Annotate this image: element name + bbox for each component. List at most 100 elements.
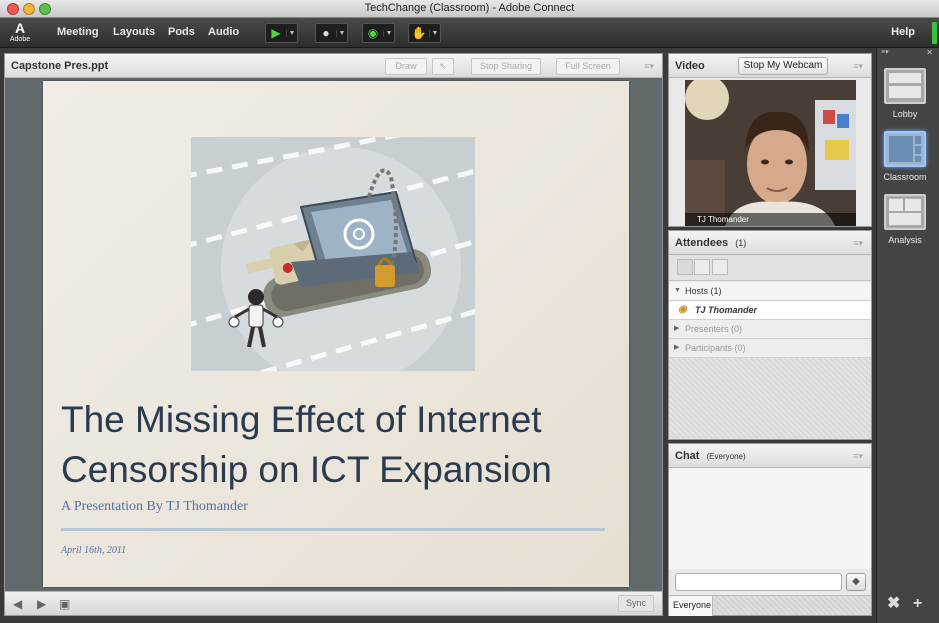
- chevron-down-icon[interactable]: ▼: [286, 29, 297, 37]
- pointer-button[interactable]: ⇖: [432, 58, 454, 75]
- menu-bar: A Adobe Meeting Layouts Pods Audio ▶ ▼ ●…: [0, 18, 939, 48]
- window-title: TechChange (Classroom) - Adobe Connect: [364, 2, 575, 14]
- hand-icon: ✋: [411, 26, 427, 40]
- connection-status-indicator: [932, 22, 937, 44]
- attendees-pod: Attendees (1) ≡▾ ▼ Hosts (1) ◉ TJ Thoman…: [668, 230, 872, 440]
- host-attendee-name: TJ Thomander: [695, 305, 758, 315]
- slide-title-line-2: Censorship on ICT Expansion: [61, 449, 552, 490]
- layouts-bar: ≡▾ ✕ Lobby Classroom Analysis ✖ +: [876, 48, 939, 623]
- webcam-icon: ◉: [367, 26, 379, 40]
- analysis-layout-icon: [889, 199, 921, 225]
- chat-pod: Chat (Everyone) ≡▾ ◆ Everyone: [668, 443, 872, 616]
- layout-lobby-thumbnail[interactable]: [884, 68, 926, 104]
- collapsed-triangle-icon: ▶: [674, 325, 680, 332]
- speaker-button[interactable]: ▶ ▼: [265, 23, 298, 43]
- window-title-bar: TechChange (Classroom) - Adobe Connect: [0, 0, 939, 18]
- list-view-icon[interactable]: [677, 259, 693, 275]
- help-menu[interactable]: Help: [891, 26, 915, 38]
- microphone-button[interactable]: ● ▼: [315, 23, 348, 43]
- sidebar-toggle-icon[interactable]: ▣: [59, 597, 70, 611]
- share-pod-footer: ◀ ▶ ▣ Sync: [5, 591, 662, 615]
- share-pod-header: Capstone Pres.ppt Draw ⇖ Stop Sharing Fu…: [5, 54, 662, 78]
- presentation-slide: The Missing Effect of Internet Censorshi…: [43, 81, 629, 587]
- speech-bubble-icon: ◆: [852, 576, 860, 587]
- draw-button[interactable]: Draw: [385, 58, 427, 75]
- pod-options-icon[interactable]: ≡▾: [853, 451, 863, 462]
- classroom-layout-icon: [889, 136, 921, 162]
- webcam-video-feed: [685, 80, 856, 226]
- menu-audio[interactable]: Audio: [208, 26, 239, 38]
- adobe-a-icon: A: [14, 20, 26, 36]
- microphone-icon: ●: [322, 26, 330, 40]
- attendees-count: (1): [735, 238, 747, 248]
- slide-divider: [61, 528, 605, 531]
- grid-view-icon[interactable]: [694, 259, 710, 275]
- attendees-pod-title: Attendees (1): [675, 237, 746, 249]
- participants-group[interactable]: ▶ Participants (0): [669, 339, 871, 358]
- chat-scope-label: (Everyone): [706, 452, 746, 461]
- layout-classroom-label[interactable]: Classroom: [877, 172, 933, 182]
- chat-title-label: Chat: [675, 450, 700, 462]
- chat-tab-everyone[interactable]: Everyone: [669, 596, 713, 616]
- sort-icon[interactable]: [712, 259, 728, 275]
- layout-analysis-thumbnail[interactable]: [884, 194, 926, 230]
- video-pod: Video Stop My Webcam ≡▾ TJ Thomander: [668, 53, 872, 227]
- participants-group-label: Participants (0): [685, 343, 746, 353]
- send-message-button[interactable]: ◆: [846, 573, 866, 591]
- menu-layouts[interactable]: Layouts: [113, 26, 155, 38]
- chevron-down-icon[interactable]: ▼: [383, 29, 394, 37]
- webcam-name-tag: TJ Thomander: [685, 213, 856, 226]
- chat-pod-header: Chat (Everyone) ≡▾: [669, 444, 871, 468]
- attendees-title-label: Attendees: [675, 237, 729, 249]
- collapsed-triangle-icon: ▶: [674, 344, 680, 351]
- share-pod: Capstone Pres.ppt Draw ⇖ Stop Sharing Fu…: [4, 53, 663, 616]
- attendees-empty-area: [669, 358, 871, 439]
- sync-button[interactable]: Sync: [618, 595, 654, 612]
- chat-tab-bar: Everyone: [669, 595, 871, 616]
- slide-date: April 16th, 2011: [61, 545, 127, 556]
- attendees-pod-header: Attendees (1) ≡▾: [669, 231, 871, 255]
- pod-options-icon[interactable]: ≡▾: [853, 61, 863, 72]
- expand-triangle-icon: ▼: [674, 287, 681, 294]
- hosts-group[interactable]: ▼ Hosts (1): [669, 282, 871, 301]
- full-screen-button[interactable]: Full Screen: [556, 58, 620, 75]
- chat-messages-area: [669, 468, 871, 569]
- raise-hand-button[interactable]: ✋ ▼: [408, 23, 441, 43]
- layout-classroom-thumbnail[interactable]: [884, 131, 926, 167]
- slide-cartoon-image: [191, 137, 475, 371]
- shared-content-area: The Missing Effect of Internet Censorshi…: [5, 78, 662, 591]
- previous-slide-icon[interactable]: ◀: [13, 597, 22, 611]
- presenters-group-label: Presenters (0): [685, 324, 743, 334]
- pod-options-icon[interactable]: ≡▾: [853, 238, 863, 249]
- host-attendee-row[interactable]: ◉ TJ Thomander: [669, 301, 871, 320]
- webcam-person-image: [685, 80, 856, 226]
- chevron-down-icon[interactable]: ▼: [336, 29, 347, 37]
- adobe-connect-window: TechChange (Classroom) - Adobe Connect A…: [0, 0, 939, 623]
- chevron-down-icon[interactable]: ▼: [429, 29, 440, 37]
- share-pod-title: Capstone Pres.ppt: [11, 60, 109, 72]
- slide-subtitle: A Presentation By TJ Thomander: [61, 499, 248, 514]
- menu-pods[interactable]: Pods: [168, 26, 195, 38]
- chat-message-input[interactable]: [675, 573, 842, 591]
- slide-title: The Missing Effect of Internet Censorshi…: [61, 395, 621, 495]
- adobe-logo-label: Adobe: [9, 36, 31, 43]
- pointer-icon: ⇖: [439, 61, 447, 71]
- tank-laptop-illustration: [191, 137, 475, 371]
- video-pod-title: Video: [675, 60, 705, 72]
- host-badge-icon: ◉: [678, 304, 687, 315]
- chat-pod-title: Chat (Everyone): [675, 450, 746, 462]
- add-layout-icon[interactable]: +: [913, 595, 922, 613]
- next-slide-icon[interactable]: ▶: [37, 597, 46, 611]
- pod-options-icon[interactable]: ≡▾: [644, 61, 654, 72]
- lobby-layout-icon: [889, 73, 921, 98]
- delete-layout-icon[interactable]: ✖: [887, 593, 900, 613]
- stop-my-webcam-button[interactable]: Stop My Webcam: [738, 57, 828, 75]
- webcam-button[interactable]: ◉ ▼: [362, 23, 395, 43]
- presenters-group[interactable]: ▶ Presenters (0): [669, 320, 871, 339]
- video-pod-header: Video Stop My Webcam ≡▾: [669, 54, 871, 78]
- layout-analysis-label[interactable]: Analysis: [877, 235, 933, 245]
- stop-sharing-button[interactable]: Stop Sharing: [471, 58, 541, 75]
- layouts-bar-close-icon[interactable]: ✕: [926, 48, 933, 57]
- layout-lobby-label[interactable]: Lobby: [877, 109, 933, 119]
- menu-meeting[interactable]: Meeting: [57, 26, 99, 38]
